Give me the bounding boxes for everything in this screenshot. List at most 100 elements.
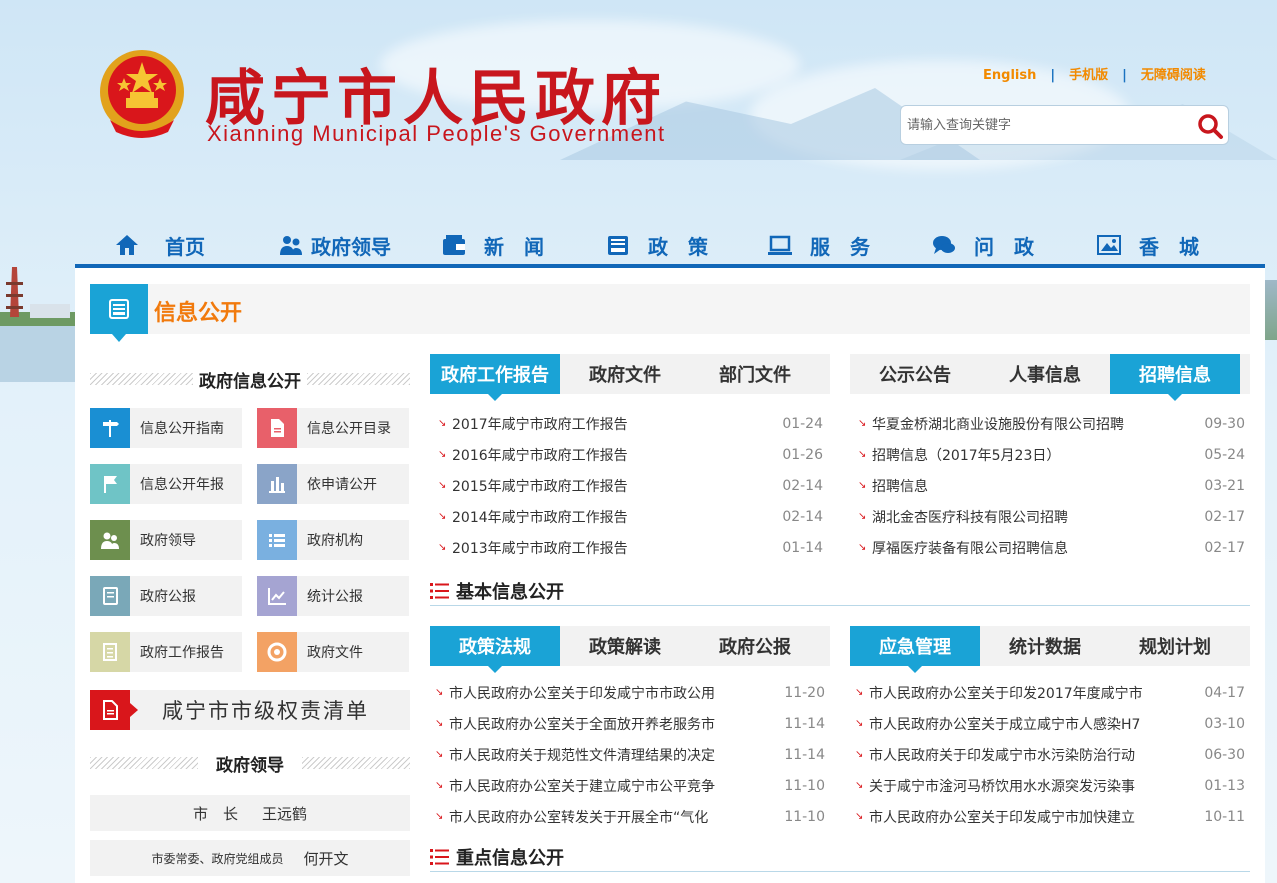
- arrow-icon: ↘: [855, 717, 864, 729]
- btn-gov-agencies[interactable]: 政府机构: [257, 520, 409, 560]
- list-item[interactable]: ↘ 市人民政府关于印发咸宁市水污染防治行动 06-30: [855, 739, 1245, 770]
- list-item-title[interactable]: 华夏金桥湖北商业设施股份有限公司招聘: [872, 414, 1124, 434]
- info-title: 信息公开: [154, 301, 243, 326]
- list-item-title[interactable]: 市人民政府办公室关于印发咸宁市市政公用: [449, 683, 715, 703]
- list-item[interactable]: ↘ 厚福医疗装备有限公司招聘信息 02-17: [858, 532, 1245, 563]
- tab-work-report[interactable]: 政府工作报告: [430, 354, 560, 401]
- tab-emergency-management[interactable]: 应急管理: [850, 626, 980, 673]
- btn-stat-bulletin[interactable]: 统计公报: [257, 576, 409, 616]
- english-link[interactable]: English: [983, 68, 1036, 83]
- list-item-title[interactable]: 市人民政府办公室转发关于开展全市“气化: [449, 807, 708, 827]
- arrow-icon: ↘: [435, 748, 444, 760]
- list-item[interactable]: ↘ 2013年咸宁市政府工作报告 01-14: [438, 532, 823, 563]
- btn-gov-bulletin[interactable]: 政府公报: [90, 576, 242, 616]
- list-item-title[interactable]: 市人民政府办公室关于成立咸宁市人感染H7: [869, 714, 1140, 734]
- nav-item-service[interactable]: 服 务: [768, 230, 870, 260]
- list-item[interactable]: ↘ 市人民政府办公室关于印发2017年度咸宁市 04-17: [855, 677, 1245, 708]
- tab-policy-regulations[interactable]: 政策法规: [430, 626, 560, 673]
- nav-item-policy[interactable]: 政 策: [606, 230, 708, 260]
- tab-statistics[interactable]: 统计数据: [980, 626, 1110, 666]
- btn-apply-disclosure[interactable]: 依申请公开: [257, 464, 409, 504]
- tab-planning[interactable]: 规划计划: [1110, 626, 1240, 666]
- national-emblem-icon: [100, 50, 184, 138]
- btn-work-report[interactable]: 政府工作报告: [90, 632, 242, 672]
- list-item-title[interactable]: 招聘信息（2017年5月23日）: [872, 445, 1060, 465]
- list-item[interactable]: ↘ 市人民政府办公室关于建立咸宁市公平竞争 11-10: [435, 770, 825, 801]
- nav-item-inquiry[interactable]: 问 政: [932, 230, 1034, 260]
- list-item[interactable]: ↘ 招聘信息（2017年5月23日） 05-24: [858, 439, 1245, 470]
- leader-row[interactable]: 市委常委、政府党组成员 何开文: [90, 840, 410, 876]
- btn-info-guide[interactable]: 信息公开指南: [90, 408, 242, 448]
- list-item-title[interactable]: 2015年咸宁市政府工作报告: [452, 476, 628, 496]
- list-item-title[interactable]: 2013年咸宁市政府工作报告: [452, 538, 628, 558]
- tab-dept-documents[interactable]: 部门文件: [690, 354, 820, 394]
- list-item[interactable]: ↘ 市人民政府办公室转发关于开展全市“气化 11-10: [435, 801, 825, 832]
- list-item-title[interactable]: 2017年咸宁市政府工作报告: [452, 414, 628, 434]
- mobile-link[interactable]: 手机版: [1069, 64, 1108, 83]
- chat-icon: [933, 236, 955, 254]
- btn-gov-leaders[interactable]: 政府领导: [90, 520, 242, 560]
- list-item-title[interactable]: 市人民政府关于印发咸宁市水污染防治行动: [869, 745, 1135, 765]
- hatch-divider: [307, 373, 410, 385]
- search-icon[interactable]: [1196, 112, 1224, 140]
- list-item[interactable]: ↘ 2014年咸宁市政府工作报告 02-14: [438, 501, 823, 532]
- accessibility-link[interactable]: 无障碍阅读: [1141, 64, 1206, 83]
- btn-gov-documents[interactable]: 政府文件: [257, 632, 409, 672]
- document-icon: [90, 690, 138, 730]
- tab-policy-interpretation[interactable]: 政策解读: [560, 626, 690, 666]
- tab-gov-documents[interactable]: 政府文件: [560, 354, 690, 394]
- list-item[interactable]: ↘ 华夏金桥湖北商业设施股份有限公司招聘 09-30: [858, 408, 1245, 439]
- list-item-date: 11-10: [784, 808, 825, 825]
- btn-label: 信息公开年报: [140, 477, 224, 493]
- list-item[interactable]: ↘ 市人民政府办公室关于成立咸宁市人感染H7 03-10: [855, 708, 1245, 739]
- list-item-title[interactable]: 招聘信息: [872, 476, 928, 496]
- nav-item-leaders[interactable]: 政府领导: [279, 230, 391, 260]
- list-item-title[interactable]: 厚福医疗装备有限公司招聘信息: [872, 538, 1068, 558]
- list-item[interactable]: ↘ 市人民政府关于规范性文件清理结果的决定 11-14: [435, 739, 825, 770]
- list-icon: [430, 848, 449, 865]
- leaders-title: 政府领导: [216, 755, 284, 776]
- list-item-title[interactable]: 市人民政府办公室关于印发咸宁市加快建立: [869, 807, 1135, 827]
- leader-name: 王远鹤: [262, 804, 308, 823]
- tab-recruitment[interactable]: 招聘信息: [1110, 354, 1240, 401]
- list-item-title[interactable]: 市人民政府关于规范性文件清理结果的决定: [449, 745, 715, 765]
- btn-info-catalog[interactable]: 信息公开目录: [257, 408, 409, 448]
- arrow-icon: ↘: [858, 541, 867, 553]
- list-item-title[interactable]: 2016年咸宁市政府工作报告: [452, 445, 628, 465]
- list-item-title[interactable]: 关于咸宁市淦河马桥饮用水水源突发污染事: [869, 776, 1135, 796]
- btn-label: 信息公开指南: [140, 421, 224, 437]
- list-item[interactable]: ↘ 湖北金杏医疗科技有限公司招聘 02-17: [858, 501, 1245, 532]
- leader-row[interactable]: 市 长 王远鹤: [90, 795, 410, 831]
- arrow-icon: ↘: [855, 779, 864, 791]
- search-input[interactable]: [901, 106, 1181, 144]
- btn-annual-report[interactable]: 信息公开年报: [90, 464, 242, 504]
- list-item-title[interactable]: 市人民政府办公室关于印发2017年度咸宁市: [869, 683, 1143, 703]
- tab-gov-bulletin[interactable]: 政府公报: [690, 626, 820, 666]
- list-item[interactable]: ↘ 2015年咸宁市政府工作报告 02-14: [438, 470, 823, 501]
- list-item[interactable]: ↘ 市人民政府办公室关于印发咸宁市市政公用 11-20: [435, 677, 825, 708]
- nav-item-label: 首页: [165, 234, 205, 259]
- arrow-icon: ↘: [438, 417, 447, 429]
- list-item-title[interactable]: 市人民政府办公室关于建立咸宁市公平竞争: [449, 776, 715, 796]
- arrow-icon: ↘: [858, 479, 867, 491]
- nav-item-home[interactable]: 首页: [115, 230, 205, 260]
- list-item[interactable]: ↘ 市人民政府办公室关于印发咸宁市加快建立 10-11: [855, 801, 1245, 832]
- main-panel: 信息公开 政府信息公开 信息公开指南 信息公开目录 信息公开年报 依申请公开 政…: [75, 268, 1265, 883]
- list-item[interactable]: ↘ 2017年咸宁市政府工作报告 01-24: [438, 408, 823, 439]
- list-item-title[interactable]: 2014年咸宁市政府工作报告: [452, 507, 628, 527]
- list-item[interactable]: ↘ 关于咸宁市淦河马桥饮用水水源突发污染事 01-13: [855, 770, 1245, 801]
- nav-item-news[interactable]: 新 闻: [442, 230, 544, 260]
- list-item-title[interactable]: 市人民政府办公室关于全面放开养老服务市: [449, 714, 715, 734]
- list-item[interactable]: ↘ 2016年咸宁市政府工作报告 01-26: [438, 439, 823, 470]
- list-item-title[interactable]: 湖北金杏医疗科技有限公司招聘: [872, 507, 1068, 527]
- nav-item-city[interactable]: 香 城: [1097, 230, 1199, 260]
- list-item[interactable]: ↘ 招聘信息 03-21: [858, 470, 1245, 501]
- tab-public-notice[interactable]: 公示公告: [850, 354, 980, 394]
- notes-icon: [90, 632, 130, 672]
- gov-info-title: 政府信息公开: [199, 371, 301, 392]
- power-list-banner[interactable]: 咸宁市市级权责清单: [90, 690, 410, 730]
- hatch-divider: [90, 757, 198, 769]
- list-item[interactable]: ↘ 市人民政府办公室关于全面放开养老服务市 11-14: [435, 708, 825, 739]
- tab-personnel[interactable]: 人事信息: [980, 354, 1110, 394]
- nav-item-label: 政 策: [648, 234, 708, 259]
